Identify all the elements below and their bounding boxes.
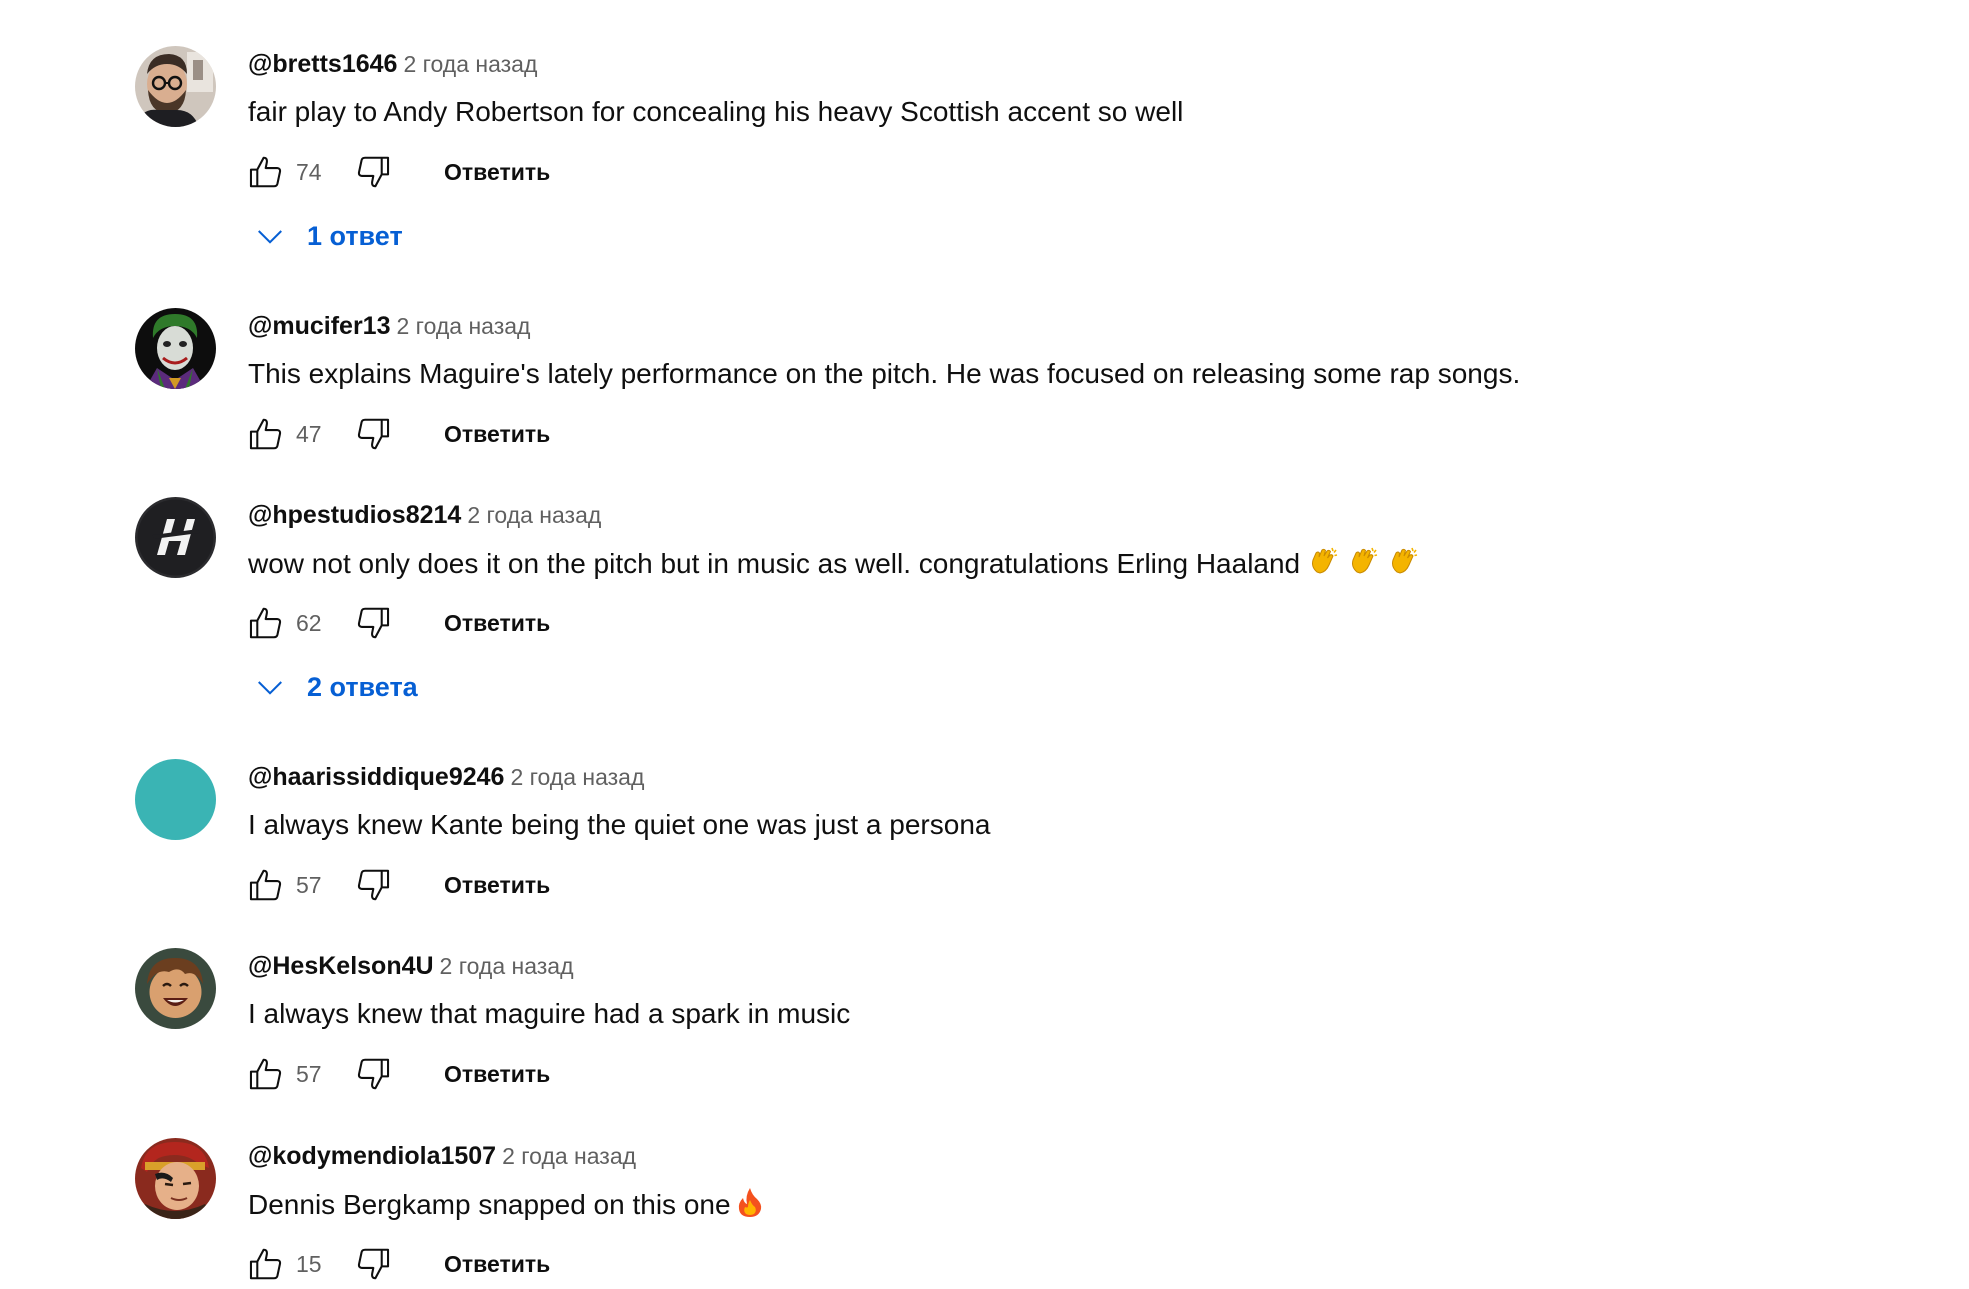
thumbs-up-icon [249,1058,282,1090]
view-replies-button[interactable]: 2 ответа [255,667,418,707]
thumbs-up-icon [249,1248,282,1280]
teal-circle-avatar-icon [135,759,216,840]
dislike-button[interactable] [351,863,395,907]
comment-header: @HesKelson4U 2 года назад [248,950,574,982]
like-button[interactable] [244,412,288,456]
comment-header: @haarissiddique9246 2 года назад [248,761,644,793]
author-name[interactable]: @kodymendiola1507 [248,1142,496,1170]
comment-text-content: I always knew that maguire had a spark i… [248,998,851,1029]
avatar[interactable] [135,759,216,840]
clapping-hands-icon [1348,545,1380,577]
thumbs-down-icon [357,156,390,188]
like-button[interactable] [244,1242,288,1286]
comment-toolbar: 57 Ответить [244,863,644,907]
reply-button[interactable]: Ответить [444,1056,550,1092]
comment-text: This explains Maguire's lately performan… [248,356,1520,392]
comment-text-content: fair play to Andy Robertson for conceali… [248,96,1184,127]
thumbs-up-icon [249,869,282,901]
comment-toolbar: 57 Ответить [244,1052,644,1096]
clapping-hands-icon [1388,545,1420,577]
reply-button[interactable]: Ответить [444,605,550,641]
comment-header: @bretts1646 2 года назад [248,48,537,80]
like-count: 74 [296,159,322,185]
author-name[interactable]: @hpestudios8214 [248,501,461,529]
comment-toolbar: 74 Ответить [244,150,644,194]
author-name[interactable]: @haarissiddique9246 [248,763,504,791]
comment-header: @kodymendiola1507 2 года назад [248,1140,636,1172]
author-name[interactable]: @bretts1646 [248,50,397,78]
comment-time[interactable]: 2 года назад [440,953,574,979]
comment-time[interactable]: 2 года назад [510,764,644,790]
like-count: 47 [296,421,322,447]
dislike-button[interactable] [351,412,395,456]
comment-time[interactable]: 2 года назад [502,1143,636,1169]
dislike-button[interactable] [351,1052,395,1096]
thumbs-down-icon [357,418,390,450]
comment-time[interactable]: 2 года назад [397,313,531,339]
reply-button[interactable]: Ответить [444,867,550,903]
comment-text: fair play to Andy Robertson for conceali… [248,94,1183,130]
hp-logo-avatar-icon [135,497,216,578]
reply-button[interactable]: Ответить [444,1246,550,1282]
thumbs-down-icon [357,1058,390,1090]
author-name[interactable]: @HesKelson4U [248,952,434,980]
dislike-button[interactable] [351,601,395,645]
like-button[interactable] [244,601,288,645]
thumbs-down-icon [357,607,390,639]
comment-text: wow not only does it on the pitch but in… [248,545,1420,582]
cartoon-laughing-avatar-icon [135,948,216,1029]
thumbs-up-icon [249,607,282,639]
replies-count-label: 1 ответ [307,221,403,251]
like-button[interactable] [244,863,288,907]
comment-text-content: wow not only does it on the pitch but in… [248,548,1301,579]
joker-avatar-icon [135,308,216,389]
thumbs-up-icon [249,418,282,450]
comment-text-content: This explains Maguire's lately performan… [248,358,1521,389]
comment-header: @mucifer13 2 года назад [248,310,530,342]
comments-section: @bretts1646 2 года назад fair play to And… [0,0,1969,1289]
comment-text: I always knew Kante being the quiet one … [248,807,990,843]
clapping-hands-icon [1308,545,1340,577]
comment-text: Dennis Bergkamp snapped on this one [248,1186,765,1223]
avatar[interactable] [135,948,216,1029]
anime-character-avatar-icon [135,1138,216,1219]
comment-toolbar: 47 Ответить [244,412,644,456]
avatar[interactable] [135,46,216,127]
like-button[interactable] [244,1052,288,1096]
replies-count-label: 2 ответа [307,672,418,702]
author-name[interactable]: @mucifer13 [248,312,391,340]
avatar[interactable] [135,308,216,389]
avatar[interactable] [135,1138,216,1219]
comment-time[interactable]: 2 года назад [467,502,601,528]
comment-toolbar: 15 Ответить [244,1242,644,1286]
comment-toolbar: 62 Ответить [244,601,644,645]
thumbs-up-icon [249,156,282,188]
reply-button[interactable]: Ответить [444,154,550,190]
like-button[interactable] [244,150,288,194]
fire-icon [735,1186,765,1218]
view-replies-button[interactable]: 1 ответ [255,216,403,256]
like-count: 62 [296,610,322,636]
dislike-button[interactable] [351,1242,395,1286]
avatar[interactable] [135,497,216,578]
like-count: 15 [296,1251,322,1277]
comment-text-content: Dennis Bergkamp snapped on this one [248,1189,731,1220]
chevron-down-icon [258,230,282,244]
comment-text-content: I always knew Kante being the quiet one … [248,809,991,840]
like-count: 57 [296,872,322,898]
comment-header: @hpestudios8214 2 года назад [248,499,601,531]
comment-text: I always knew that maguire had a spark i… [248,996,850,1032]
comment-time[interactable]: 2 года назад [403,51,537,77]
chevron-down-icon [258,681,282,695]
thumbs-down-icon [357,1248,390,1280]
person-with-glasses-avatar-icon [135,46,216,127]
reply-button[interactable]: Ответить [444,416,550,452]
dislike-button[interactable] [351,150,395,194]
thumbs-down-icon [357,869,390,901]
like-count: 57 [296,1061,322,1087]
